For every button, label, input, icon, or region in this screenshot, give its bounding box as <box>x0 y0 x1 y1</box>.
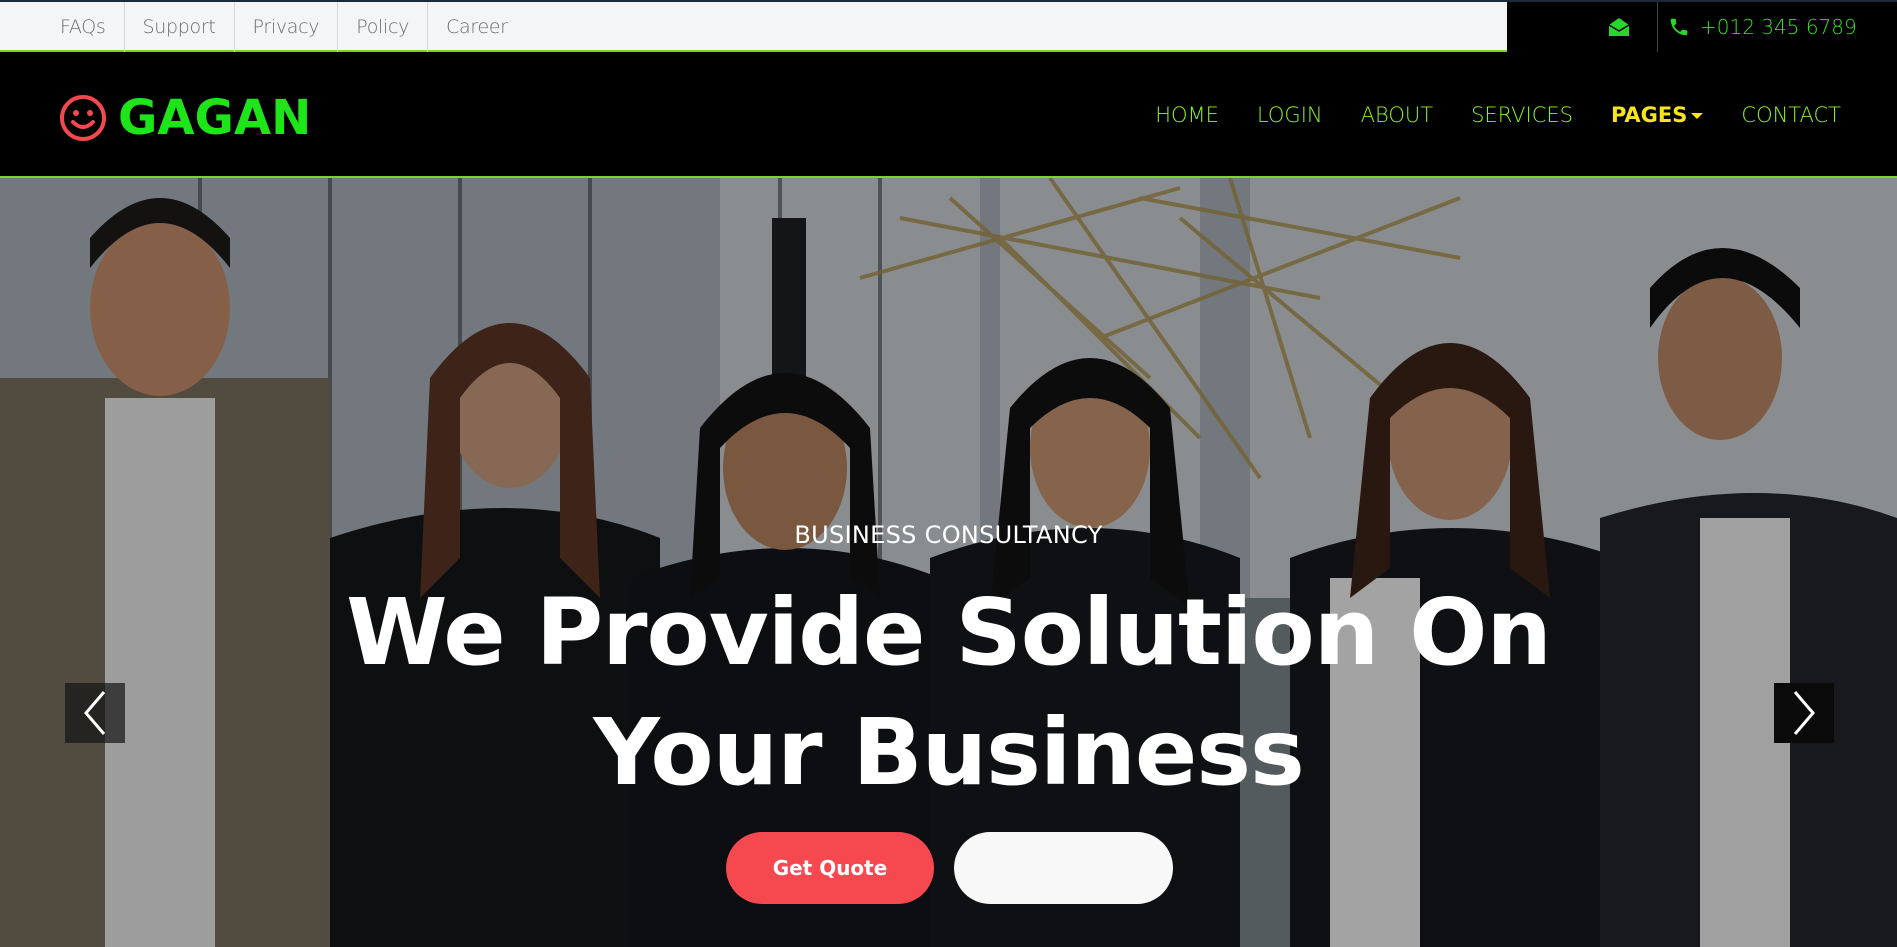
envelope-icon <box>1608 18 1629 36</box>
phone-icon <box>1670 18 1688 36</box>
get-quote-button[interactable]: Get Quote <box>726 832 934 904</box>
top-link-faqs[interactable]: FAQs <box>42 2 125 52</box>
hero-subtitle: BUSINESS CONSULTANCY <box>794 521 1103 549</box>
contact-us-button[interactable]: Contact Us <box>954 832 1173 904</box>
mail-link[interactable] <box>1580 2 1658 52</box>
brand-name: GAGAN <box>118 90 312 146</box>
nav-login[interactable]: LOGIN <box>1257 103 1323 127</box>
top-link-privacy[interactable]: Privacy <box>235 2 339 52</box>
nav-menu: HOME LOGIN ABOUT SERVICES PAGES CONTACT <box>1155 52 1841 178</box>
hero-title-line-2: Your Business <box>593 699 1305 806</box>
nav-pages-dropdown[interactable]: PAGES <box>1610 103 1704 127</box>
smiley-icon <box>60 95 106 141</box>
nav-home[interactable]: HOME <box>1155 103 1219 127</box>
caret-down-icon <box>1691 113 1704 119</box>
hero-carousel: BUSINESS CONSULTANCY We Provide Solution… <box>0 178 1897 947</box>
nav-services[interactable]: SERVICES <box>1471 103 1573 127</box>
nav-pages-label: PAGES <box>1610 103 1688 127</box>
top-link-career[interactable]: Career <box>428 2 526 52</box>
phone-contact[interactable]: +012 345 6789 <box>1668 2 1857 52</box>
top-links: FAQs Support Privacy Policy Career <box>42 2 526 52</box>
decorative-slash-dark <box>1530 2 1570 52</box>
top-bar: FAQs Support Privacy Policy Career +012 … <box>0 0 1897 52</box>
carousel-next-button[interactable] <box>1774 683 1834 743</box>
hero-title-line-1: We Provide Solution On <box>346 579 1552 686</box>
chevron-right-icon <box>1793 691 1815 735</box>
carousel-prev-button[interactable] <box>65 683 125 743</box>
hero-title: We Provide Solution On Your Business <box>0 573 1897 813</box>
brand-logo[interactable]: GAGAN <box>58 90 311 146</box>
main-navbar: GAGAN HOME LOGIN ABOUT SERVICES PAGES CO… <box>0 52 1897 178</box>
nav-about[interactable]: ABOUT <box>1361 103 1433 127</box>
nav-contact[interactable]: CONTACT <box>1741 103 1841 127</box>
chevron-left-icon <box>84 691 106 735</box>
top-link-policy[interactable]: Policy <box>338 2 429 52</box>
hero-overlay <box>0 178 1897 947</box>
phone-number: +012 345 6789 <box>1700 15 1857 39</box>
top-link-support[interactable]: Support <box>125 2 235 52</box>
